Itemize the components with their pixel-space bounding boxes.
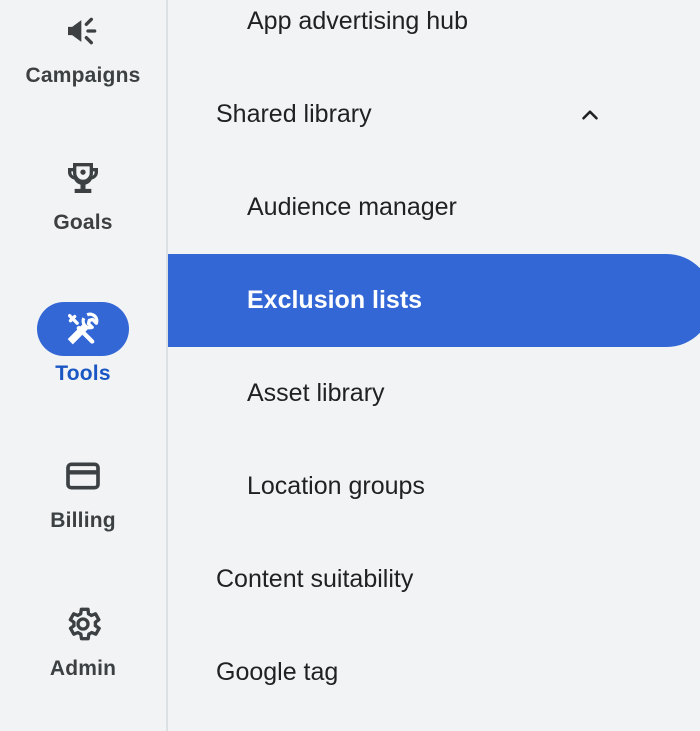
menu-item-label: Audience manager	[247, 192, 457, 221]
rail-label-campaigns: Campaigns	[25, 64, 141, 87]
credit-card-icon	[37, 449, 129, 503]
menu-item-label: Content suitability	[216, 564, 414, 593]
menu-item-label: Google tag	[216, 657, 339, 686]
rail-label-tools: Tools	[55, 362, 111, 385]
menu-item-audience-manager[interactable]: Audience manager	[168, 177, 457, 237]
rail-item-tools[interactable]: Tools	[0, 302, 166, 386]
tools-icon	[37, 302, 129, 356]
rail-label-billing: Billing	[50, 509, 116, 532]
navigation-rail: Campaigns Goals Tools Billing Admin	[0, 0, 166, 731]
rail-label-goals: Goals	[53, 211, 113, 234]
menu-item-asset-library[interactable]: Asset library	[168, 363, 385, 423]
menu-item-label: Exclusion lists	[247, 286, 423, 314]
menu-item-label: App advertising hub	[247, 6, 468, 35]
menu-item-shared-library[interactable]: Shared library	[168, 84, 372, 144]
gear-icon	[37, 597, 129, 651]
menu-item-location-groups[interactable]: Location groups	[168, 456, 425, 516]
rail-label-admin: Admin	[49, 657, 117, 680]
app-root: Campaigns Goals Tools Billing Admin App …	[0, 0, 700, 731]
rail-item-billing[interactable]: Billing	[0, 449, 166, 533]
menu-item-app-advertising-hub[interactable]: App advertising hub	[168, 0, 468, 51]
menu-item-google-tag[interactable]: Google tag	[168, 642, 338, 702]
menu-item-label: Asset library	[247, 378, 385, 407]
menu-item-label: Location groups	[247, 471, 425, 500]
trophy-icon	[37, 151, 129, 205]
menu-item-exclusion-lists[interactable]: Exclusion lists	[168, 254, 700, 347]
chevron-up-icon[interactable]	[575, 100, 605, 130]
rail-item-campaigns[interactable]: Campaigns	[0, 4, 166, 88]
menu-item-label: Shared library	[216, 99, 372, 128]
tools-submenu: App advertising hub Shared library Audie…	[168, 0, 700, 731]
rail-item-goals[interactable]: Goals	[0, 151, 166, 235]
menu-item-content-suitability[interactable]: Content suitability	[168, 549, 413, 609]
megaphone-icon	[37, 4, 129, 58]
rail-item-admin[interactable]: Admin	[0, 597, 166, 681]
